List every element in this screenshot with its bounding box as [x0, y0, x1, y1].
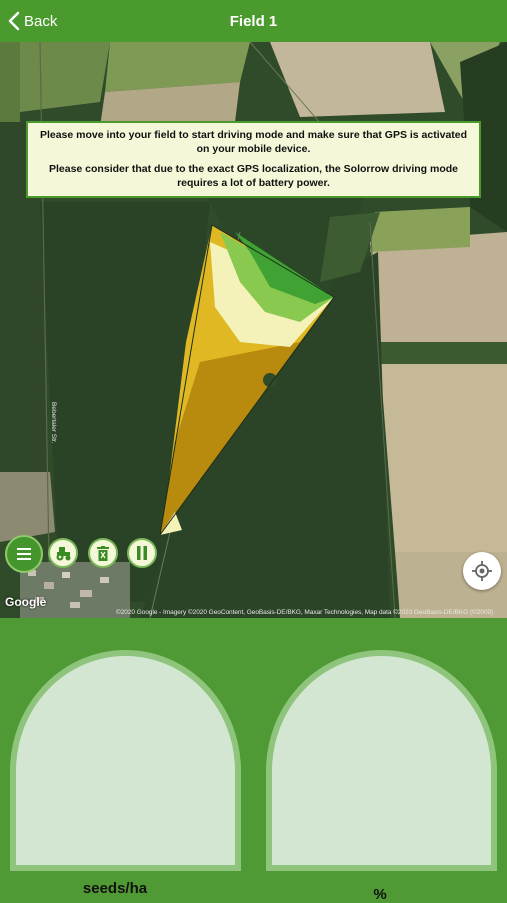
page-title: Field 1 [229, 12, 278, 30]
map-view[interactable]: Bebertaler Str. Please move into your fi… [0, 42, 507, 618]
back-label: Back [24, 12, 58, 30]
tractor-icon [56, 547, 71, 561]
gauge-panel [0, 618, 507, 900]
pause-icon [137, 546, 147, 560]
map-attribution: ©2020 Google - Imagery ©2020 GeoContent,… [116, 609, 494, 616]
delete-button[interactable] [88, 538, 118, 568]
street-label: Bebertaler Str. [50, 402, 57, 444]
info-text-battery: Please consider that due to the exact GP… [48, 163, 458, 189]
menu-button[interactable] [5, 535, 43, 573]
info-message-box: Please move into your field to start dri… [26, 121, 481, 198]
percent-unit-label: % [373, 886, 387, 903]
seeds-gauge [10, 650, 241, 871]
google-logo: Google [5, 595, 47, 609]
percent-gauge [266, 650, 497, 871]
back-button[interactable]: Back [8, 0, 57, 42]
info-text-gps: Please move into your field to start dri… [39, 129, 468, 155]
navbar: Back Field 1 [0, 0, 507, 42]
seeds-unit-label: seeds/ha [82, 880, 148, 897]
locate-icon [472, 561, 492, 581]
pause-button[interactable] [127, 538, 157, 568]
chevron-left-icon [8, 11, 20, 31]
trash-icon [97, 545, 109, 561]
tractor-button[interactable] [48, 538, 78, 568]
locate-button[interactable] [463, 552, 501, 590]
menu-icon [17, 548, 31, 560]
